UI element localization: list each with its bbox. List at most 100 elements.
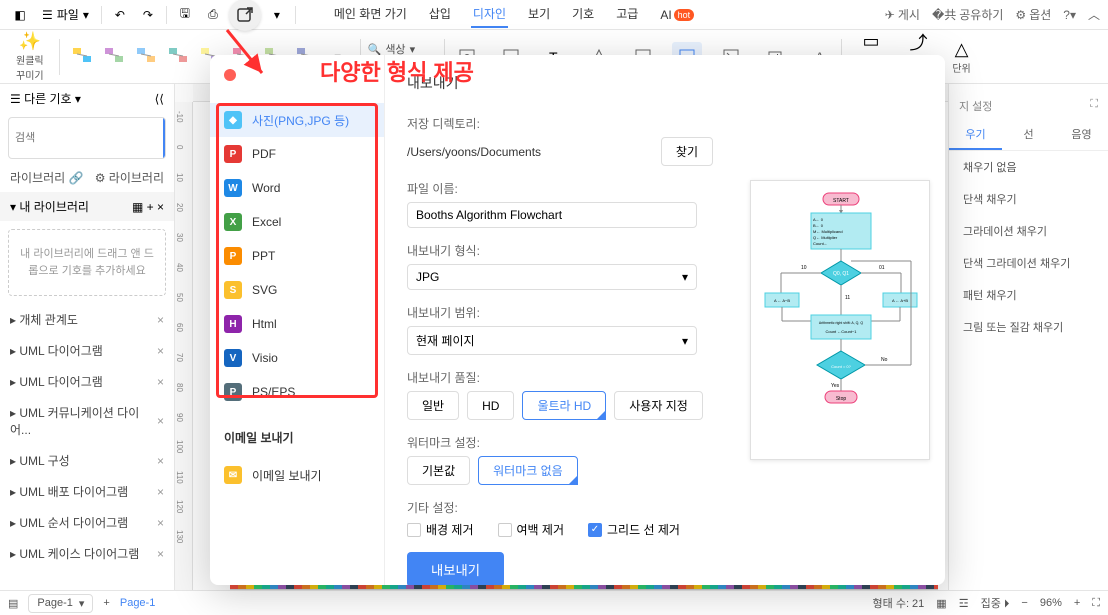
quality-option[interactable]: 울트라 HD <box>522 391 606 420</box>
browse-button[interactable]: 찾기 <box>661 137 713 166</box>
format-select[interactable]: JPG▾ <box>407 264 697 290</box>
format-item[interactable]: WWord <box>210 171 384 205</box>
format-item[interactable]: PPS/EPS <box>210 375 384 409</box>
tab-ai[interactable]: AI hot <box>658 1 696 28</box>
tab-insert[interactable]: 삽입 <box>427 1 453 28</box>
library-dropzone[interactable]: 내 라이브러리에 드래그 앤 드롭으로 기호를 추가하세요 <box>8 229 166 296</box>
range-label: 내보내기 범위: <box>407 304 713 321</box>
theme-preset-3[interactable] <box>131 42 161 72</box>
list-item[interactable]: ▸ UML 순서 다이어그램× <box>0 507 174 538</box>
page-tab[interactable]: Page-1 <box>120 597 155 609</box>
theme-preset-2[interactable] <box>99 42 129 72</box>
outline-icon[interactable]: ▤ <box>8 597 18 610</box>
close-icon[interactable]: × <box>157 200 164 214</box>
search-button[interactable]: 검색 <box>163 118 166 158</box>
tab-advanced[interactable]: 고급 <box>614 1 640 28</box>
svg-text:A ← A+B: A ← A+B <box>892 298 908 303</box>
format-item[interactable]: ◆사진(PNG,JPG 등) <box>210 103 384 137</box>
add-page-icon[interactable]: + <box>103 597 109 609</box>
fill-option[interactable]: 채우기 없음 <box>949 151 1108 183</box>
theme-preset-4[interactable] <box>163 42 193 72</box>
checkbox-option[interactable]: 배경 제거 <box>407 521 474 538</box>
quality-option[interactable]: HD <box>467 391 514 420</box>
tab-view[interactable]: 보기 <box>526 1 552 28</box>
fill-option[interactable]: 그림 또는 질감 채우기 <box>949 311 1108 343</box>
options-button[interactable]: ⚙옵션 <box>1015 6 1051 23</box>
watermark-option[interactable]: 워터마크 없음 <box>478 456 578 485</box>
unit[interactable]: △ 단위 <box>944 33 978 81</box>
format-item[interactable]: PPPT <box>210 239 384 273</box>
checkbox-option[interactable]: 여백 제거 <box>498 521 565 538</box>
focus-mode[interactable]: 집중 ⏵ <box>981 595 1010 611</box>
quality-option[interactable]: 사용자 지정 <box>614 391 703 420</box>
close-modal-button[interactable] <box>224 69 236 81</box>
close-icon[interactable]: × <box>157 454 164 468</box>
publish-button[interactable]: ✈게시 <box>885 6 920 23</box>
layers-icon[interactable]: ☲ <box>959 597 969 610</box>
collapse-icon[interactable]: ︿ <box>1088 6 1100 23</box>
more-icon[interactable]: ▾ <box>265 3 289 27</box>
list-item[interactable]: ▸ UML 케이스 다이어그램× <box>0 538 174 569</box>
format-icon: X <box>224 213 242 231</box>
export-icon[interactable] <box>229 0 261 31</box>
page-select[interactable]: Page-1▾ <box>28 594 93 613</box>
format-item[interactable]: PPDF <box>210 137 384 171</box>
list-item[interactable]: ▸ UML 다이어그램× <box>0 366 174 397</box>
one-click-style[interactable]: ✨ 원클릭 꾸미기 <box>8 33 52 81</box>
tab-fill[interactable]: 우기 <box>949 120 1002 150</box>
export-button[interactable]: 내보내기 <box>407 552 504 585</box>
tab-symbol[interactable]: 기호 <box>570 1 596 28</box>
quality-option[interactable]: 일반 <box>407 391 459 420</box>
list-item[interactable]: ▸ 개체 관계도× <box>0 304 174 335</box>
close-icon[interactable]: × <box>157 313 164 327</box>
zoom-out-icon[interactable]: − <box>1021 597 1027 609</box>
list-item[interactable]: ▸ UML 커뮤니케이션 다이어...× <box>0 397 174 445</box>
my-library-header[interactable]: ▾ 내 라이브러리 ▦ + × <box>0 192 174 221</box>
library-row[interactable]: 라이브러리 🔗 ⚙ 라이브러리 <box>0 163 174 192</box>
fullscreen-icon[interactable]: ⛶ <box>1092 597 1100 610</box>
format-item[interactable]: VVisio <box>210 341 384 375</box>
close-icon[interactable]: × <box>157 375 164 389</box>
close-icon[interactable]: × <box>157 485 164 499</box>
expand-icon[interactable]: ⛶ <box>1090 98 1098 114</box>
tab-shadow[interactable]: 음영 <box>1055 120 1108 150</box>
email-send-item[interactable]: ✉ 이메일 보내기 <box>210 458 384 492</box>
close-icon[interactable]: × <box>157 344 164 358</box>
close-icon[interactable]: × <box>157 516 164 530</box>
redo-icon[interactable]: ↷ <box>136 3 160 27</box>
print-icon[interactable]: ⎙ <box>201 3 225 27</box>
format-item[interactable]: SSVG <box>210 273 384 307</box>
grid-toggle-icon[interactable]: ▦ <box>936 597 946 610</box>
save-icon[interactable]: 🖫 <box>173 3 197 27</box>
range-select[interactable]: 현재 페이지▾ <box>407 326 697 355</box>
tab-line[interactable]: 선 <box>1002 120 1055 150</box>
watermark-option[interactable]: 기본값 <box>407 456 470 485</box>
checkbox-option[interactable]: ✓그리드 선 제거 <box>588 521 680 538</box>
theme-preset-1[interactable] <box>67 42 97 72</box>
tab-design[interactable]: 디자인 <box>471 1 508 28</box>
fill-option[interactable]: 패턴 채우기 <box>949 279 1108 311</box>
zoom-in-icon[interactable]: + <box>1074 597 1080 609</box>
format-item[interactable]: XExcel <box>210 205 384 239</box>
collapse-left-icon[interactable]: ⟨⟨ <box>155 92 164 106</box>
fill-option[interactable]: 그라데이션 채우기 <box>949 215 1108 247</box>
add-icon[interactable]: + <box>147 200 154 214</box>
grid-icon[interactable]: ▦ <box>132 200 143 214</box>
help-icon[interactable]: ?▾ <box>1063 8 1076 22</box>
close-icon[interactable]: × <box>157 414 164 428</box>
list-item[interactable]: ▸ UML 다이어그램× <box>0 335 174 366</box>
fill-option[interactable]: 단색 그라데이션 채우기 <box>949 247 1108 279</box>
close-icon[interactable]: × <box>157 547 164 561</box>
share-button[interactable]: �共공유하기 <box>932 6 1003 23</box>
list-item[interactable]: ▸ UML 구성× <box>0 445 174 476</box>
undo-icon[interactable]: ↶ <box>108 3 132 27</box>
filename-input[interactable] <box>407 202 697 228</box>
search-input[interactable] <box>9 128 163 148</box>
symbols-header[interactable]: ☰ 다른 기호 ▾ ⟨⟨ <box>0 84 174 113</box>
fill-option[interactable]: 단색 채우기 <box>949 183 1108 215</box>
app-menu-icon[interactable]: ◧ <box>8 3 32 27</box>
file-menu[interactable]: ☰ 파일 ▾ <box>36 4 95 25</box>
list-item[interactable]: ▸ UML 배포 다이어그램× <box>0 476 174 507</box>
format-item[interactable]: HHtml <box>210 307 384 341</box>
tab-main[interactable]: 메인 화면 가기 <box>332 1 409 28</box>
